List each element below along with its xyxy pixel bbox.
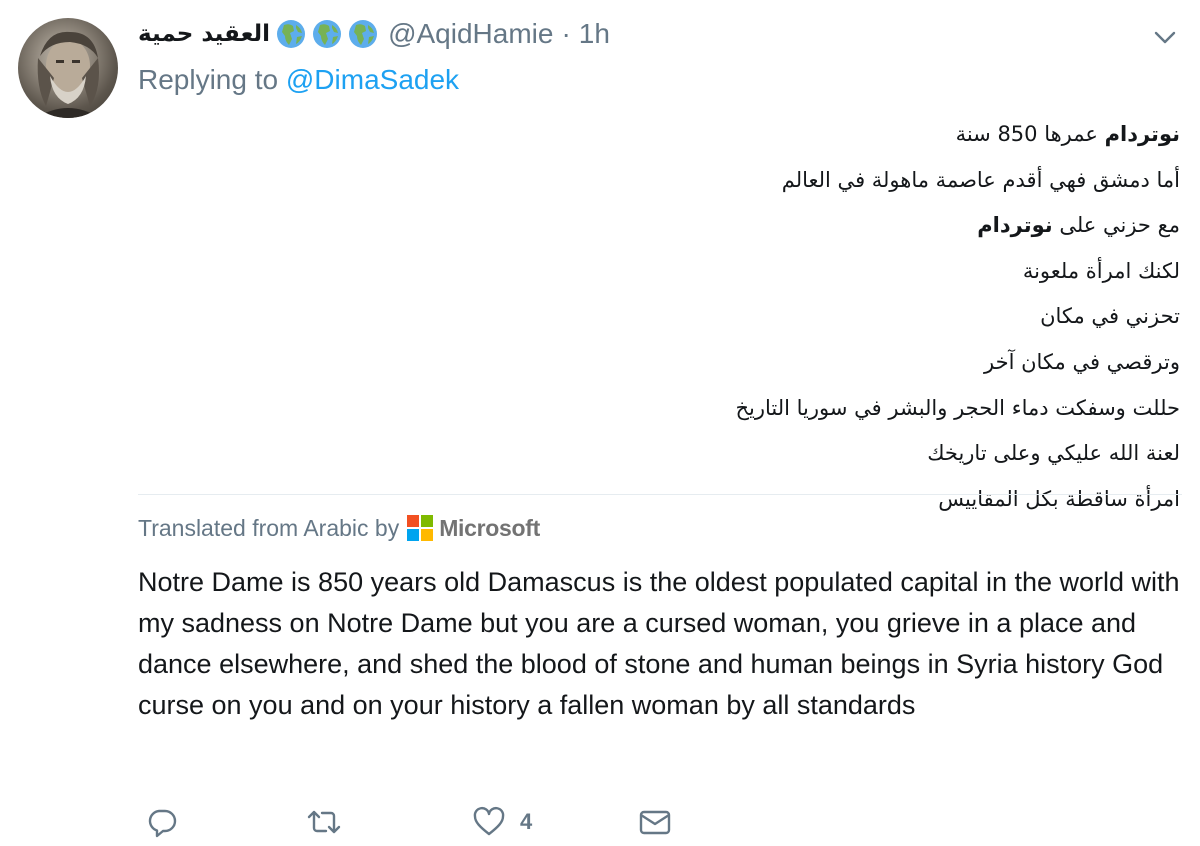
arabic-line: حللت وسفكت دماء الحجر والبشر في سوريا ال… bbox=[735, 395, 1180, 420]
display-name[interactable]: العقيد حمية bbox=[138, 21, 270, 47]
tweet-header: العقيد حمية @AqidHamie · 1h bbox=[138, 14, 610, 54]
arabic-line: مع حزني على نوتردام bbox=[977, 213, 1180, 238]
microsoft-logo-icon[interactable] bbox=[407, 515, 434, 541]
user-handle[interactable]: @AqidHamie bbox=[388, 18, 553, 50]
reply-mention-link[interactable]: @DimaSadek bbox=[286, 64, 459, 95]
arabic-line: وترقصي في مكان آخر bbox=[984, 349, 1180, 374]
replying-prefix: Replying to bbox=[138, 64, 279, 95]
translation-provider[interactable]: Microsoft bbox=[439, 515, 540, 542]
retweet-button[interactable] bbox=[306, 800, 342, 844]
arabic-line: تحزني في مكان bbox=[1040, 304, 1180, 329]
timestamp[interactable]: 1h bbox=[579, 18, 610, 50]
reply-icon bbox=[148, 809, 177, 838]
avatar[interactable] bbox=[18, 18, 118, 118]
like-count: 4 bbox=[520, 809, 533, 834]
separator-dot: · bbox=[561, 18, 571, 49]
translated-text: Notre Dame is 850 years old Damascus is … bbox=[138, 567, 1180, 720]
earth-africa-icon bbox=[277, 20, 306, 48]
tweet-actions: 4 bbox=[138, 800, 738, 844]
retweet-icon bbox=[307, 810, 341, 834]
translation-divider bbox=[138, 494, 1182, 495]
heart-icon bbox=[473, 806, 505, 836]
earth-africa-icon bbox=[349, 20, 378, 48]
like-button[interactable]: 4 bbox=[472, 800, 532, 844]
tweet-card: العقيد حمية @AqidHamie · 1h Replying to … bbox=[0, 0, 1200, 846]
chevron-down-icon[interactable] bbox=[1150, 22, 1180, 52]
arabic-line: لعنة الله عليكي وعلى تاريخك bbox=[927, 441, 1180, 466]
reply-button[interactable] bbox=[146, 800, 178, 844]
name-emojis bbox=[276, 19, 378, 49]
arabic-line: أما دمشق فهي أقدم عاصمة ماهولة في العالم bbox=[781, 167, 1180, 192]
translation-attribution: Translated from Arabic by Microsoft bbox=[138, 510, 540, 546]
arabic-line: نوتردام عمرها 850 سنة bbox=[955, 122, 1180, 146]
arabic-line: لكنك امرأة ملعونة bbox=[1022, 258, 1180, 283]
direct-message-button[interactable] bbox=[638, 800, 672, 844]
earth-africa-icon bbox=[313, 20, 342, 48]
envelope-icon bbox=[639, 810, 671, 835]
replying-to: Replying to @DimaSadek bbox=[138, 64, 459, 96]
tweet-text-arabic: نوتردام عمرها 850 سنة أما دمشق فهي أقدم … bbox=[140, 112, 1180, 522]
translation-label: Translated from Arabic by bbox=[138, 514, 400, 541]
